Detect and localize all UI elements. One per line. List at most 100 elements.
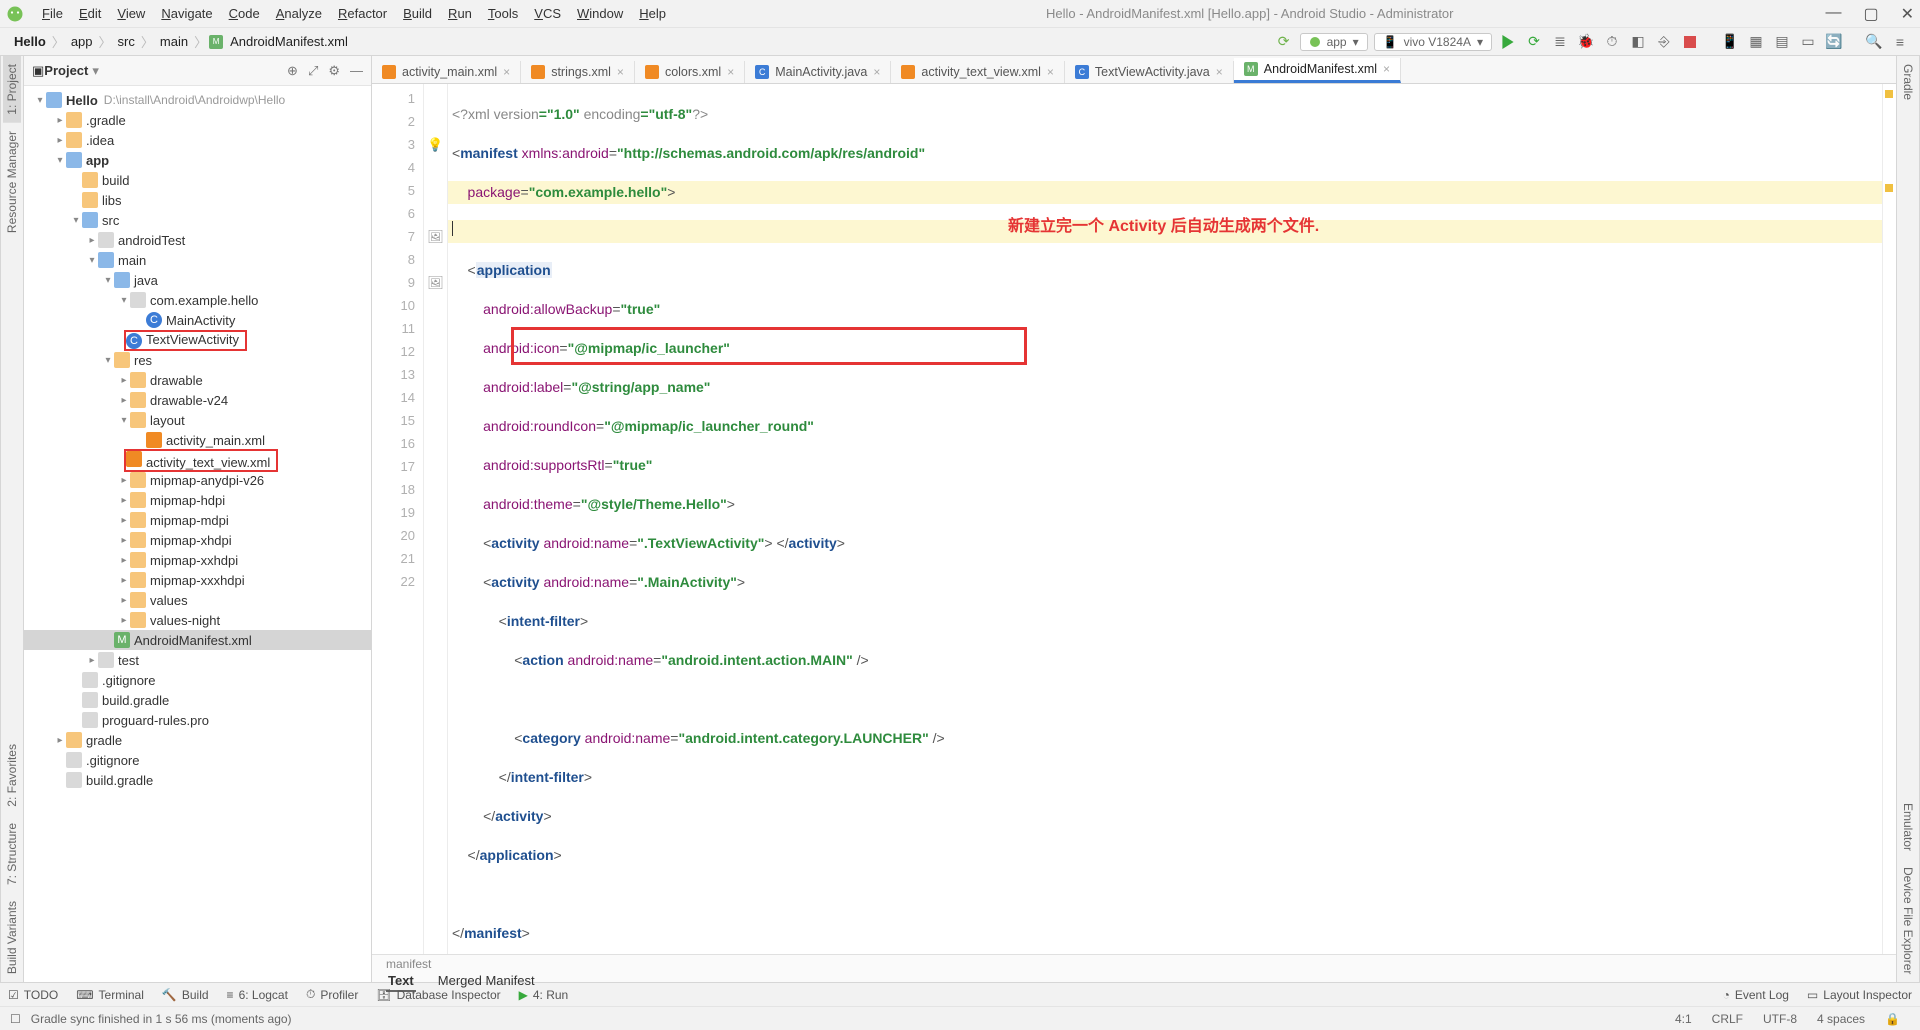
crumb-2[interactable]: src	[114, 34, 139, 49]
tree-item[interactable]: proguard-rules.pro	[24, 710, 371, 730]
debug-icon[interactable]: 🐞	[1576, 32, 1596, 52]
layout-inspector-icon[interactable]: ▭	[1798, 32, 1818, 52]
chevron-right-icon[interactable]: ▸	[118, 475, 130, 486]
chevron-right-icon[interactable]: ▸	[118, 515, 130, 526]
status-eol[interactable]: CRLF	[1702, 1012, 1753, 1026]
tree-item[interactable]: ▸mipmap-xxhdpi	[24, 550, 371, 570]
search-icon[interactable]: 🔍	[1864, 32, 1884, 52]
close-tab-icon[interactable]: ×	[503, 65, 510, 79]
tree-item[interactable]: ▾app	[24, 150, 371, 170]
sync-icon[interactable]: ⟳	[1274, 32, 1294, 52]
menu-edit[interactable]: Edit	[71, 6, 109, 21]
chevron-right-icon[interactable]: ▸	[118, 535, 130, 546]
debug-apply-icon[interactable]: ⟳	[1524, 32, 1544, 52]
tree-item[interactable]: ▸mipmap-xxxhdpi	[24, 570, 371, 590]
tab-favorites[interactable]: 2: Favorites	[3, 736, 21, 815]
tree-item[interactable]: ▾src	[24, 210, 371, 230]
tree-item[interactable]: ▸mipmap-hdpi	[24, 490, 371, 510]
menu-file[interactable]: File	[34, 6, 71, 21]
code-view[interactable]: <?xml version="1.0" encoding="utf-8"?> <…	[448, 84, 1882, 954]
run-icon[interactable]	[1498, 32, 1518, 52]
chevron-down-icon[interactable]: ▾	[92, 63, 99, 79]
chevron-down-icon[interactable]: ▾	[70, 215, 82, 226]
tree-item[interactable]: ▾res	[24, 350, 371, 370]
tree-item[interactable]: ▸test	[24, 650, 371, 670]
profiler-icon[interactable]: ⏱	[1602, 32, 1622, 52]
bb-todo[interactable]: ☑TODO	[8, 988, 58, 1002]
chevron-right-icon[interactable]: ▸	[118, 395, 130, 406]
menu-analyze[interactable]: Analyze	[268, 6, 330, 21]
chevron-down-icon[interactable]: ▾	[34, 95, 46, 106]
tree-item[interactable]: CTextViewActivity	[24, 330, 371, 350]
tree-item[interactable]: libs	[24, 190, 371, 210]
sync-gradle-icon[interactable]: 🔄	[1824, 32, 1844, 52]
tree-item[interactable]: .gitignore	[24, 750, 371, 770]
menu-refactor[interactable]: Refactor	[330, 6, 395, 21]
tree-item[interactable]: ▸androidTest	[24, 230, 371, 250]
editor-tab[interactable]: CMainActivity.java×	[745, 61, 891, 83]
crumb-0[interactable]: Hello	[10, 34, 50, 49]
editor-tab[interactable]: activity_main.xml×	[372, 61, 521, 83]
resource-icon[interactable]: ▤	[1772, 32, 1792, 52]
tree-item[interactable]: ▸mipmap-xhdpi	[24, 530, 371, 550]
crumb-1[interactable]: app	[67, 34, 97, 49]
close-tab-icon[interactable]: ×	[617, 65, 624, 79]
minimize-icon[interactable]: —	[1825, 4, 1841, 24]
status-pos[interactable]: 4:1	[1665, 1012, 1702, 1026]
close-tab-icon[interactable]: ×	[1047, 65, 1054, 79]
editor-tab[interactable]: strings.xml×	[521, 61, 635, 83]
project-panel-title[interactable]: Project	[44, 63, 88, 78]
chevron-down-icon[interactable]: ▾	[54, 155, 66, 166]
tree-item[interactable]: build	[24, 170, 371, 190]
tree-item[interactable]: ▸.gradle	[24, 110, 371, 130]
tree-item[interactable]: ▸drawable-v24	[24, 390, 371, 410]
bb-profiler[interactable]: ⏱Profiler	[306, 987, 358, 1002]
tree-item[interactable]: CMainActivity	[24, 310, 371, 330]
run-config-dropdown[interactable]: app ▾	[1300, 33, 1368, 51]
editor-tab[interactable]: MAndroidManifest.xml×	[1234, 58, 1401, 83]
close-icon[interactable]: ✕	[1901, 4, 1914, 24]
tree-item[interactable]: activity_text_view.xml	[24, 450, 371, 470]
tree-item[interactable]: ▾java	[24, 270, 371, 290]
chevron-right-icon[interactable]: ▸	[86, 235, 98, 246]
tab-structure[interactable]: 7: Structure	[3, 815, 21, 893]
chevron-right-icon[interactable]: ▸	[118, 555, 130, 566]
hide-icon[interactable]: —	[350, 63, 363, 79]
sdk-icon[interactable]: ▦	[1746, 32, 1766, 52]
bb-terminal[interactable]: ⌨Terminal	[76, 988, 144, 1002]
chevron-right-icon[interactable]: ▸	[118, 615, 130, 626]
menu-run[interactable]: Run	[440, 6, 480, 21]
editor-path-hint[interactable]: manifest	[372, 955, 1896, 971]
editor-tab[interactable]: activity_text_view.xml×	[891, 61, 1065, 83]
chevron-right-icon[interactable]: ▸	[54, 115, 66, 126]
tree-item[interactable]: ▸mipmap-anydpi-v26	[24, 470, 371, 490]
tree-item[interactable]: ▸.idea	[24, 130, 371, 150]
chevron-down-icon[interactable]: ▾	[118, 415, 130, 426]
lock-icon[interactable]: 🔒	[1875, 1012, 1910, 1026]
bb-layout-inspector[interactable]: ▭Layout Inspector	[1807, 988, 1912, 1002]
tree-item[interactable]: .gitignore	[24, 670, 371, 690]
menu-navigate[interactable]: Navigate	[153, 6, 220, 21]
status-icon[interactable]: ☐	[10, 1012, 21, 1026]
drawable-icon[interactable]: 🖼	[424, 225, 447, 248]
device-dropdown[interactable]: 📱 vivo V1824A ▾	[1374, 33, 1492, 51]
project-tree[interactable]: ▾ Hello D:\install\Android\Androidwp\Hel…	[24, 86, 371, 982]
tree-root[interactable]: ▾ Hello D:\install\Android\Androidwp\Hel…	[24, 90, 371, 110]
coverage-icon[interactable]: ◧	[1628, 32, 1648, 52]
stop-icon[interactable]	[1680, 32, 1700, 52]
menu-build[interactable]: Build	[395, 6, 440, 21]
drawable-icon[interactable]: 🖼	[424, 271, 447, 294]
menu-vcs[interactable]: VCS	[526, 6, 569, 21]
attach-icon[interactable]: ⎆	[1654, 32, 1674, 52]
chevron-right-icon[interactable]: ▸	[54, 135, 66, 146]
close-tab-icon[interactable]: ×	[1216, 65, 1223, 79]
chevron-down-icon[interactable]: ▾	[86, 255, 98, 266]
select-target-icon[interactable]: ⊕	[287, 63, 298, 79]
chevron-down-icon[interactable]: ▾	[118, 295, 130, 306]
editor-tab[interactable]: colors.xml×	[635, 61, 745, 83]
tree-item[interactable]: build.gradle	[24, 770, 371, 790]
chevron-down-icon[interactable]: ▾	[102, 355, 114, 366]
menu-code[interactable]: Code	[221, 6, 268, 21]
tree-item[interactable]: ▸values	[24, 590, 371, 610]
gear-icon[interactable]: ⚙	[328, 63, 340, 79]
